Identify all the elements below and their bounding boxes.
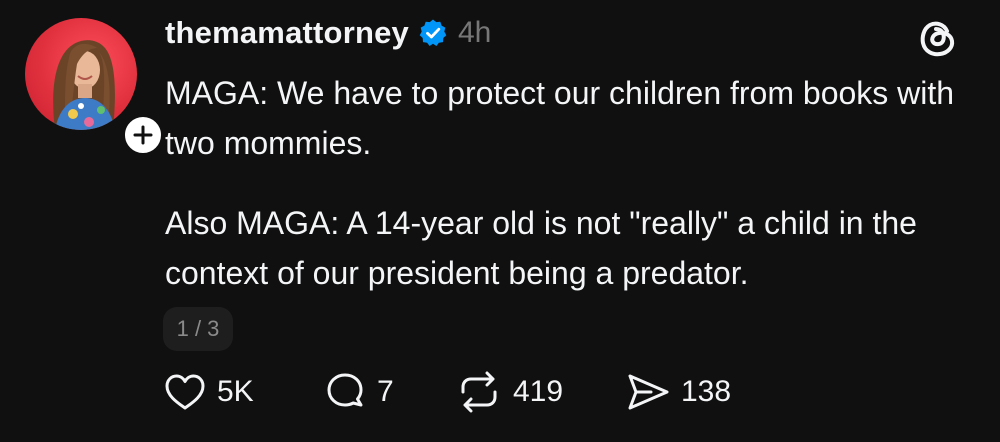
- post-timestamp: 4h: [457, 16, 492, 49]
- carousel-page-indicator[interactable]: 1 / 3: [163, 307, 233, 351]
- post-paragraph: MAGA: We have to protect our children fr…: [165, 75, 955, 161]
- heart-icon: [165, 374, 205, 410]
- username[interactable]: themamattorney: [165, 15, 409, 51]
- paper-plane-icon: [628, 374, 669, 410]
- plus-icon: [133, 125, 153, 145]
- threads-post: themamattorney 4h MAGA: We have to prote…: [0, 0, 1000, 442]
- share-button[interactable]: 138: [625, 371, 731, 413]
- repost-count: 419: [513, 375, 564, 408]
- verified-check-icon: [419, 19, 447, 46]
- follow-button[interactable]: [121, 113, 165, 157]
- share-count: 138: [681, 375, 732, 408]
- threads-logo-icon[interactable]: [916, 16, 960, 60]
- like-button[interactable]: 5K: [163, 372, 323, 412]
- repost-arrows-icon: [461, 371, 497, 413]
- like-count: 5K: [217, 375, 254, 408]
- post-paragraph: Also MAGA: A 14-year old is not "really"…: [165, 205, 917, 291]
- reply-count: 7: [377, 375, 394, 408]
- repost-button[interactable]: 419: [455, 371, 625, 413]
- post-body: MAGA: We have to protect our children fr…: [165, 68, 965, 298]
- speech-bubble-icon: [327, 373, 363, 407]
- action-bar: 5K 7 419 138: [163, 370, 731, 414]
- post-header: themamattorney 4h: [165, 10, 491, 56]
- avatar-portrait-icon: [53, 40, 115, 130]
- avatar[interactable]: [25, 18, 137, 130]
- reply-button[interactable]: 7: [323, 371, 455, 413]
- avatar-container: [25, 18, 165, 157]
